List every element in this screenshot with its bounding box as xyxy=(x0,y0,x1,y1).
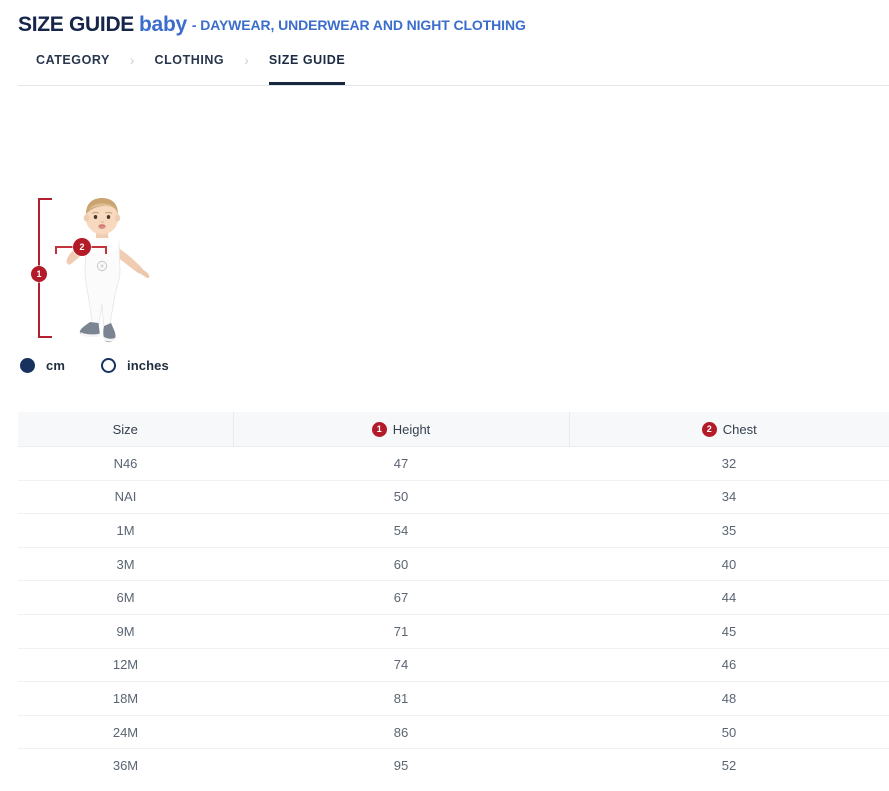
table-row: 24M 86 50 xyxy=(18,715,889,749)
unit-selector: cm inches xyxy=(20,358,169,373)
table-body: N46 47 32 NAI 50 34 1M 54 35 3M 60 40 6M… xyxy=(18,447,889,782)
table-row: 6M 67 44 xyxy=(18,581,889,615)
baby-illustration-icon xyxy=(52,196,162,346)
measurement-figure: 1 2 xyxy=(18,188,178,348)
table-row: 3M 60 40 xyxy=(18,547,889,581)
cell-height: 86 xyxy=(233,715,569,749)
column-header-chest-label: Chest xyxy=(723,422,757,437)
chest-marker-badge: 2 xyxy=(73,238,91,256)
cell-size: 36M xyxy=(18,749,233,782)
breadcrumb-item-clothing[interactable]: CLOTHING xyxy=(155,48,225,86)
breadcrumb-divider xyxy=(18,85,889,86)
radio-inches-icon[interactable] xyxy=(101,358,116,373)
cell-chest: 40 xyxy=(569,547,889,581)
column-header-height-label: Height xyxy=(393,422,431,437)
cell-size: 18M xyxy=(18,682,233,716)
table-row: 18M 81 48 xyxy=(18,682,889,716)
cell-height: 95 xyxy=(233,749,569,782)
cell-size: 24M xyxy=(18,715,233,749)
height-marker-badge: 1 xyxy=(31,266,47,282)
cell-chest: 46 xyxy=(569,648,889,682)
page-title: SIZE GUIDEbaby - DAYWEAR, UNDERWEAR AND N… xyxy=(18,12,526,39)
breadcrumb: CATEGORY › CLOTHING › SIZE GUIDE xyxy=(18,48,889,86)
cell-chest: 32 xyxy=(569,447,889,481)
unit-label-inches: inches xyxy=(127,358,169,373)
size-guide-table: Size 1 Height 2 Chest N46 47 32 xyxy=(18,412,889,782)
cell-height: 74 xyxy=(233,648,569,682)
table-row: 12M 74 46 xyxy=(18,648,889,682)
breadcrumb-item-category[interactable]: CATEGORY xyxy=(36,48,110,86)
height-measure-cap-top xyxy=(38,198,52,200)
cell-height: 71 xyxy=(233,614,569,648)
cell-height: 50 xyxy=(233,480,569,514)
table-row: 36M 95 52 xyxy=(18,749,889,782)
table-row: 1M 54 35 xyxy=(18,514,889,548)
cell-height: 81 xyxy=(233,682,569,716)
unit-option-cm[interactable]: cm xyxy=(20,358,65,373)
column-header-size: Size xyxy=(18,412,233,447)
column-header-size-label: Size xyxy=(113,422,138,437)
chest-measure-cap-left xyxy=(55,246,57,254)
cell-height: 47 xyxy=(233,447,569,481)
chest-badge-icon: 2 xyxy=(702,422,717,437)
cell-size: NAI xyxy=(18,480,233,514)
chevron-right-icon: › xyxy=(244,48,249,68)
cell-chest: 52 xyxy=(569,749,889,782)
cell-chest: 50 xyxy=(569,715,889,749)
cell-size: 9M xyxy=(18,614,233,648)
cell-chest: 48 xyxy=(569,682,889,716)
cell-chest: 45 xyxy=(569,614,889,648)
cell-chest: 35 xyxy=(569,514,889,548)
table-row: N46 47 32 xyxy=(18,447,889,481)
table-header-row: Size 1 Height 2 Chest xyxy=(18,412,889,447)
page-title-main: SIZE GUIDE xyxy=(18,13,134,36)
page-title-subtitle: - DAYWEAR, UNDERWEAR AND NIGHT CLOTHING xyxy=(192,17,526,33)
cell-size: 12M xyxy=(18,648,233,682)
table-row: 9M 71 45 xyxy=(18,614,889,648)
cell-size: N46 xyxy=(18,447,233,481)
chevron-right-icon: › xyxy=(130,48,135,68)
chest-measure-cap-right xyxy=(105,246,107,254)
table-header: Size 1 Height 2 Chest xyxy=(18,412,889,447)
page-title-accent: baby xyxy=(139,13,187,36)
column-header-chest: 2 Chest xyxy=(569,412,889,447)
height-measure-cap-bottom xyxy=(38,336,52,338)
table-row: NAI 50 34 xyxy=(18,480,889,514)
unit-option-inches[interactable]: inches xyxy=(101,358,169,373)
cell-chest: 34 xyxy=(569,480,889,514)
cell-chest: 44 xyxy=(569,581,889,615)
cell-height: 54 xyxy=(233,514,569,548)
column-header-height: 1 Height xyxy=(233,412,569,447)
radio-cm-icon[interactable] xyxy=(20,358,35,373)
cell-height: 67 xyxy=(233,581,569,615)
cell-size: 3M xyxy=(18,547,233,581)
cell-size: 1M xyxy=(18,514,233,548)
unit-label-cm: cm xyxy=(46,358,65,373)
height-badge-icon: 1 xyxy=(372,422,387,437)
cell-size: 6M xyxy=(18,581,233,615)
cell-height: 60 xyxy=(233,547,569,581)
breadcrumb-item-size-guide[interactable]: SIZE GUIDE xyxy=(269,48,345,86)
